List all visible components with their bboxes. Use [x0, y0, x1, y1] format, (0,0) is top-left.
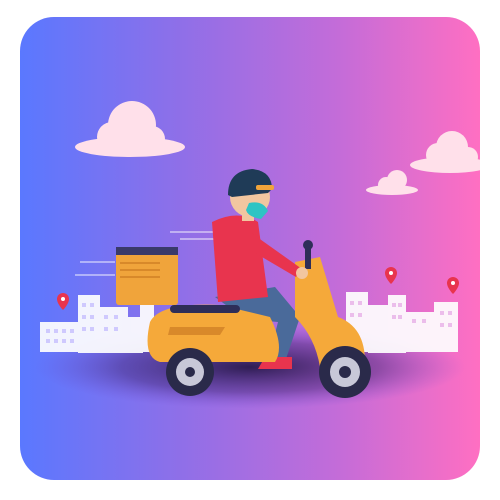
scooter-wheel-front: [319, 346, 371, 398]
rider-head: [228, 169, 274, 221]
city-skyline-right: [346, 292, 458, 353]
cloud-left: [75, 101, 185, 157]
map-pin-icon: [57, 293, 69, 310]
delivery-scene: [35, 101, 480, 409]
cloud-right: [410, 131, 480, 173]
cloud-small: [366, 170, 418, 195]
app-icon-tile: [20, 17, 480, 480]
map-pin-icon: [385, 267, 397, 284]
delivery-box: [116, 247, 178, 305]
map-pin-icon: [447, 277, 459, 294]
scooter-wheel-rear: [166, 348, 214, 396]
helmet: [228, 169, 272, 197]
rider-body: [212, 215, 308, 302]
